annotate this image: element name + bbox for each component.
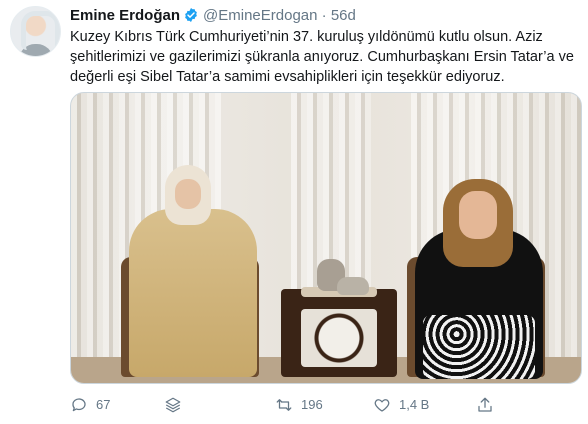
author-name[interactable]: Emine Erdoğan [70,7,180,24]
person-left-face [175,179,201,209]
side-table [281,289,397,377]
person-right-skirt [423,315,535,379]
author-handle[interactable]: @EmineErdogan [203,7,317,24]
tweet-actions: 67 196 1,4 B [70,392,575,418]
stack-icon [164,396,182,414]
retweet-count: 196 [301,397,323,412]
reply-count: 67 [96,397,111,412]
tweet-text: Kuzey Kıbrıs Türk Cumhuriyeti’nin 37. ku… [70,29,574,85]
retweet-button[interactable]: 196 [275,392,323,418]
tweet-time[interactable]: 56d [331,7,356,24]
bowl [337,277,369,295]
like-count: 1,4 B [399,397,430,412]
separator-dot: · [321,7,327,24]
verified-badge-icon [183,7,199,23]
tweet-header: Emine Erdoğan @EmineErdogan · 56d [70,6,356,26]
reply-button[interactable]: 67 [70,392,110,418]
person-right-face [459,191,497,239]
person-left-body [129,209,257,377]
tweet-photo[interactable] [70,92,582,384]
thread-button[interactable] [164,392,182,418]
share-button[interactable] [476,392,494,418]
reply-icon [70,396,88,414]
share-icon [476,396,494,414]
retweet-icon [275,396,293,414]
avatar[interactable] [10,6,61,57]
like-button[interactable]: 1,4 B [373,392,429,418]
heart-icon [373,396,391,414]
